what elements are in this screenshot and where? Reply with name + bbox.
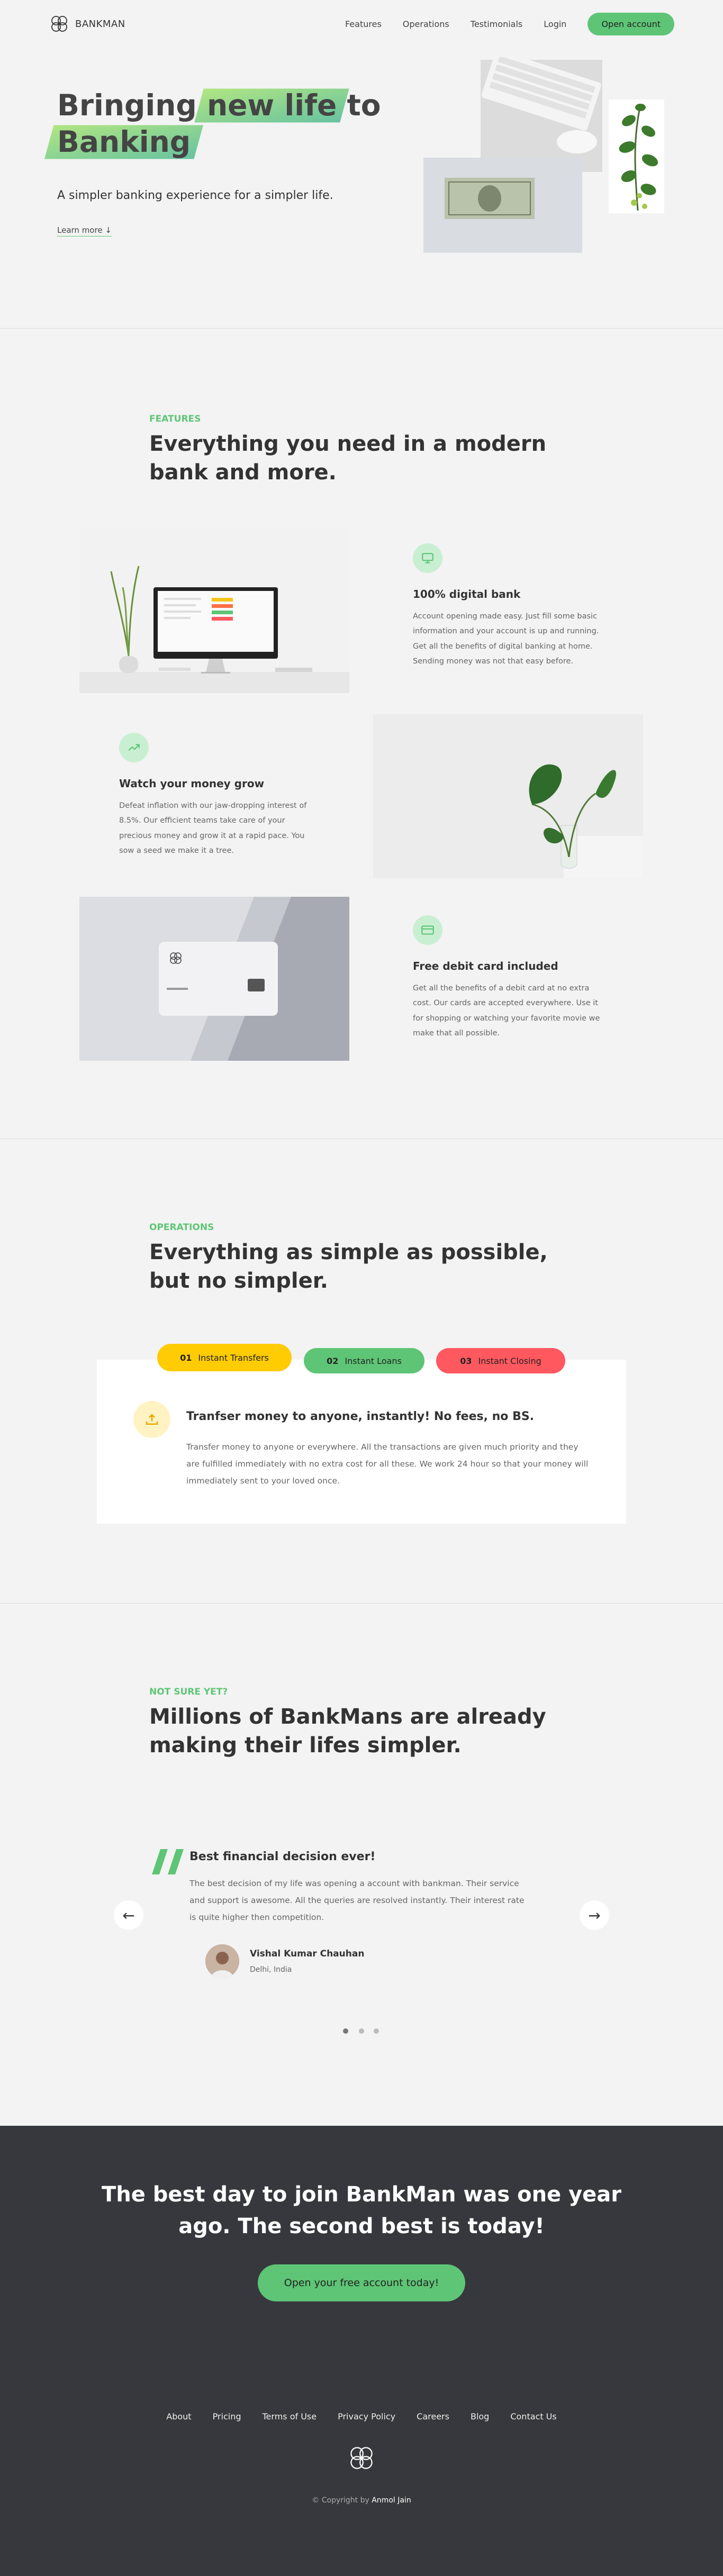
tab-instant-loans[interactable]: 02 Instant Loans bbox=[304, 1348, 424, 1373]
digital-bank-image bbox=[79, 529, 349, 693]
testimonial-location: Delhi, India bbox=[250, 1965, 292, 1974]
slider-dot[interactable] bbox=[359, 2028, 364, 2034]
signup-section: The best day to join BankMan was one yea… bbox=[0, 2126, 723, 2576]
footer-link-about[interactable]: About bbox=[166, 2411, 191, 2422]
features-label: Features bbox=[149, 414, 201, 424]
footer-link-pricing[interactable]: Pricing bbox=[213, 2411, 241, 2422]
plant-image bbox=[373, 714, 643, 878]
testimonials-title: Millions of BankMans are already making … bbox=[149, 1705, 546, 1758]
upload-icon bbox=[133, 1401, 170, 1438]
copyright-author[interactable]: Anmol Jain bbox=[372, 2496, 411, 2505]
tab-label: Instant Closing bbox=[478, 1355, 541, 1366]
slider-dot[interactable] bbox=[374, 2028, 379, 2034]
learn-more-link[interactable]: Learn more ↓ bbox=[57, 225, 112, 236]
section-divider bbox=[0, 1603, 723, 1604]
testimonial-author: Vishal Kumar Chauhan bbox=[250, 1949, 365, 1959]
testimonial-title: Best financial decision ever! bbox=[189, 1850, 376, 1863]
section-divider bbox=[0, 328, 723, 329]
feature-title: Free debit card included bbox=[413, 960, 558, 972]
feature-title: 100% digital bank bbox=[413, 588, 521, 600]
operations-title: Everything as simple as possible, but no… bbox=[149, 1240, 548, 1293]
tab-label: Instant Transfers bbox=[198, 1352, 269, 1363]
credit-card-icon bbox=[413, 915, 442, 945]
hero-highlight-banking: Banking bbox=[57, 124, 191, 160]
hero-title-part: Bringing bbox=[57, 88, 207, 122]
open-free-account-button[interactable]: Open your free account today! bbox=[258, 2264, 465, 2301]
features-title: Everything you need in a modern bank and… bbox=[149, 432, 547, 485]
operations-label: Operations bbox=[149, 1222, 214, 1233]
testimonials-label: Not sure yet? bbox=[149, 1687, 228, 1697]
monitor-icon bbox=[413, 543, 442, 573]
tab-instant-closing[interactable]: 03 Instant Closing bbox=[436, 1348, 565, 1373]
hero-title: Bringing new life to Banking bbox=[57, 87, 385, 160]
footer-link-careers[interactable]: Careers bbox=[417, 2411, 449, 2422]
footer-link-terms[interactable]: Terms of Use bbox=[263, 2411, 317, 2422]
tab-label: Instant Loans bbox=[345, 1355, 402, 1366]
trending-up-icon bbox=[119, 733, 149, 762]
copyright-text: © Copyright by bbox=[312, 2496, 372, 2505]
operations-content-title: Tranfser money to anyone, instantly! No … bbox=[186, 1410, 535, 1423]
tab-instant-transfers[interactable]: 01 Instant Transfers bbox=[157, 1344, 292, 1371]
slider-dot[interactable] bbox=[343, 2028, 348, 2034]
avatar bbox=[205, 1944, 239, 1978]
operations-content-description: Transfer money to anyone or everywhere. … bbox=[186, 1442, 589, 1486]
feature-money-grow: Watch your money grow Defeat inflation w… bbox=[119, 733, 310, 858]
tab-number: 01 bbox=[180, 1352, 192, 1363]
slider-prev-button[interactable]: ← bbox=[114, 1900, 143, 1930]
tab-number: 03 bbox=[460, 1355, 472, 1366]
quote-mark-icon bbox=[152, 1825, 185, 1883]
feature-description: Get all the benefits of a debit card at … bbox=[413, 984, 600, 1037]
feature-description: Account opening made easy. Just fill som… bbox=[413, 612, 599, 666]
hero: Bringing new life to Banking A simpler b… bbox=[0, 0, 723, 328]
feature-title: Watch your money grow bbox=[119, 777, 265, 790]
tab-number: 02 bbox=[327, 1355, 339, 1366]
debit-card-image bbox=[79, 897, 349, 1061]
copyright: © Copyright by Anmol Jain bbox=[0, 2496, 723, 2505]
feature-debit-card: Free debit card included Get all the ben… bbox=[413, 915, 603, 1041]
signup-title: The best day to join BankMan was one yea… bbox=[101, 2182, 622, 2238]
testimonial-text: The best decision of my life was opening… bbox=[189, 1879, 525, 1922]
footer-link-blog[interactable]: Blog bbox=[471, 2411, 489, 2422]
footer-link-contact[interactable]: Contact Us bbox=[510, 2411, 556, 2422]
hero-subtitle: A simpler banking experience for a simpl… bbox=[57, 189, 333, 202]
feature-digital-bank: 100% digital bank Account opening made e… bbox=[413, 543, 603, 669]
footer-logo-icon bbox=[350, 2447, 373, 2469]
footer-nav: About Pricing Terms of Use Privacy Polic… bbox=[0, 2411, 723, 2422]
feature-description: Defeat inflation with our jaw-dropping i… bbox=[119, 802, 307, 855]
footer-link-privacy[interactable]: Privacy Policy bbox=[338, 2411, 395, 2422]
slider-next-button[interactable]: → bbox=[580, 1900, 609, 1930]
hero-highlight-new-life: new life bbox=[207, 87, 337, 124]
hero-illustration bbox=[423, 57, 664, 253]
